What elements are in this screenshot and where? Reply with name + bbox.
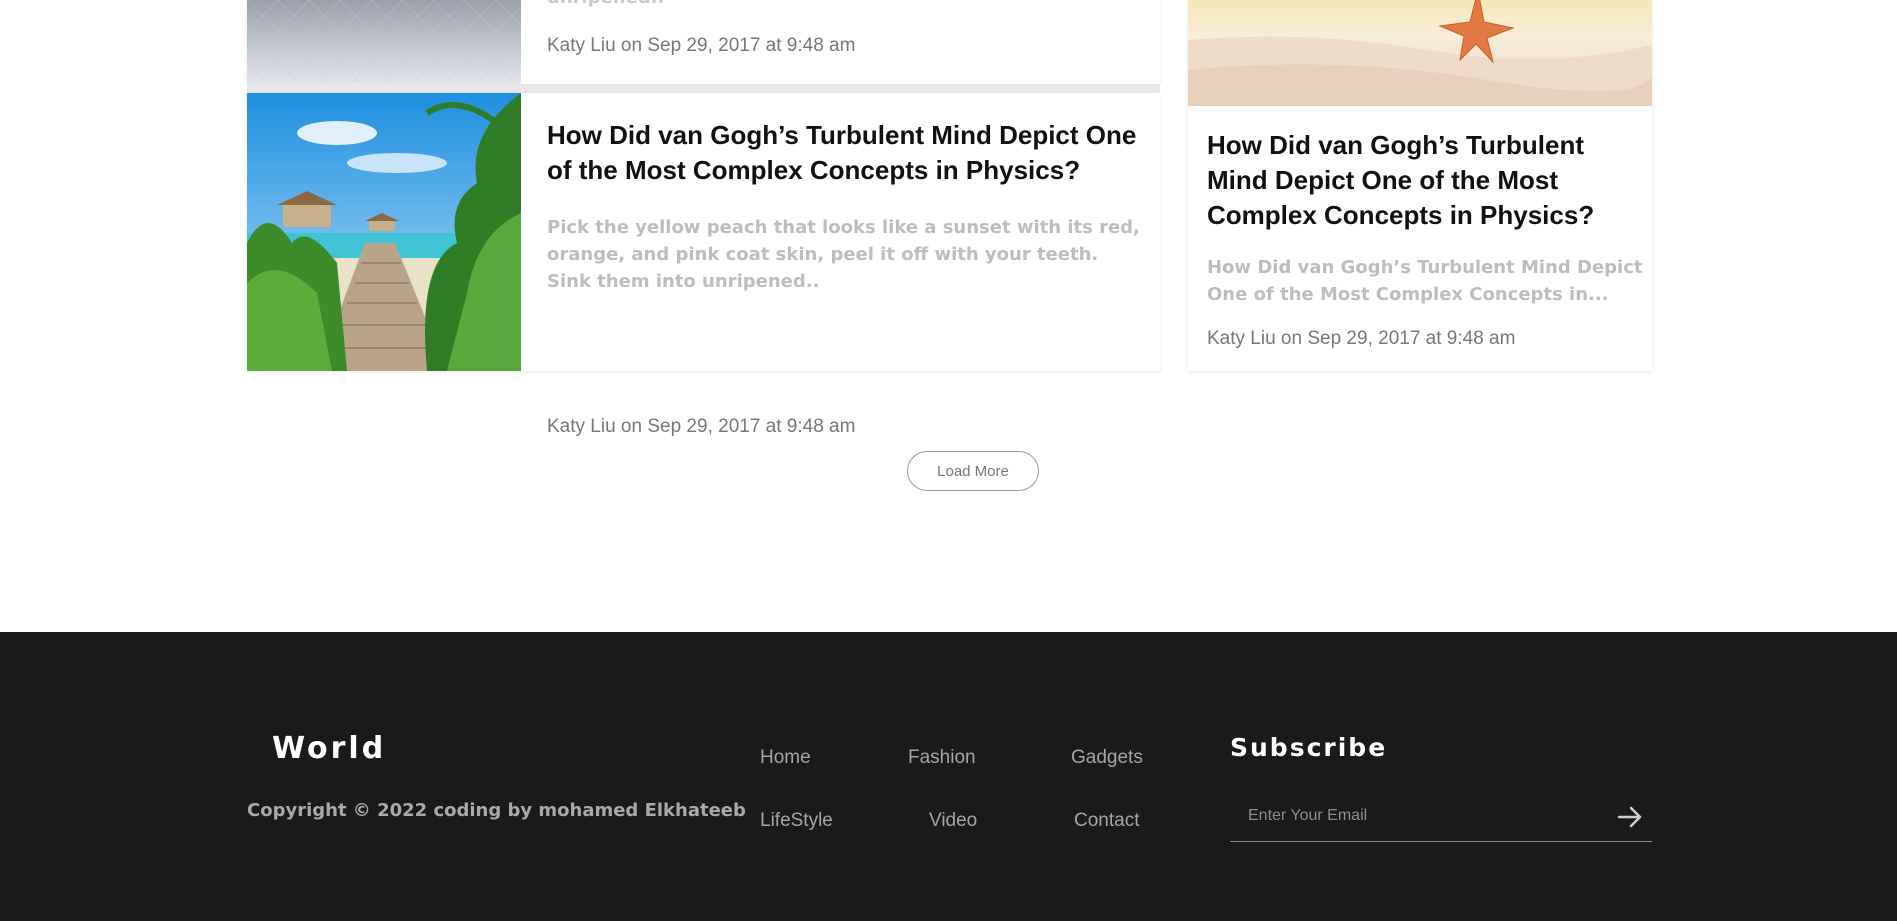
- post-image[interactable]: [247, 0, 521, 84]
- post-title[interactable]: How Did van Gogh’s Turbulent Mind Depict…: [547, 118, 1147, 188]
- post-image[interactable]: [1188, 0, 1652, 106]
- post-card[interactable]: How Did van Gogh’s Turbulent Mind Depict…: [1188, 0, 1652, 371]
- post-excerpt: Pick the yellow peach that looks like a …: [547, 217, 1140, 292]
- post-title[interactable]: How Did van Gogh’s Turbulent Mind Depict…: [1207, 128, 1637, 233]
- arrow-right-icon[interactable]: [1616, 804, 1644, 830]
- post-card[interactable]: unripened.. Katy Liu on Sep 29, 2017 at …: [247, 0, 1160, 84]
- footer-logo[interactable]: World: [272, 731, 386, 766]
- copyright-text: Copyright © 2022 coding by mohamed Elkha…: [247, 800, 746, 821]
- footer-link-home[interactable]: Home: [760, 747, 811, 769]
- divider: [247, 84, 1160, 93]
- post-meta: Katy Liu on Sep 29, 2017 at 9:48 am: [1207, 328, 1516, 349]
- post-card[interactable]: How Did van Gogh’s Turbulent Mind Depict…: [247, 93, 1160, 437]
- post-image[interactable]: [247, 93, 521, 371]
- post-meta: Katy Liu on Sep 29, 2017 at 9:48 am: [547, 416, 856, 437]
- subscribe-title: Subscribe: [1230, 733, 1388, 762]
- post-excerpt: unripened..: [547, 0, 664, 8]
- footer-link-gadgets[interactable]: Gadgets: [1071, 747, 1143, 769]
- post-meta: Katy Liu on Sep 29, 2017 at 9:48 am: [547, 35, 856, 56]
- footer-link-video[interactable]: Video: [929, 810, 977, 832]
- load-more-button[interactable]: Load More: [907, 451, 1039, 491]
- post-excerpt: How Did van Gogh’s Turbulent Mind Depict…: [1207, 257, 1643, 305]
- footer: World Copyright © 2022 coding by mohamed…: [0, 632, 1897, 921]
- footer-link-lifestyle[interactable]: LifeStyle: [760, 810, 833, 832]
- subscribe-form: [1230, 792, 1652, 842]
- email-input[interactable]: [1230, 792, 1610, 840]
- footer-link-contact[interactable]: Contact: [1074, 810, 1139, 832]
- footer-link-fashion[interactable]: Fashion: [908, 747, 976, 769]
- posts-section: unripened.. Katy Liu on Sep 29, 2017 at …: [0, 0, 1897, 632]
